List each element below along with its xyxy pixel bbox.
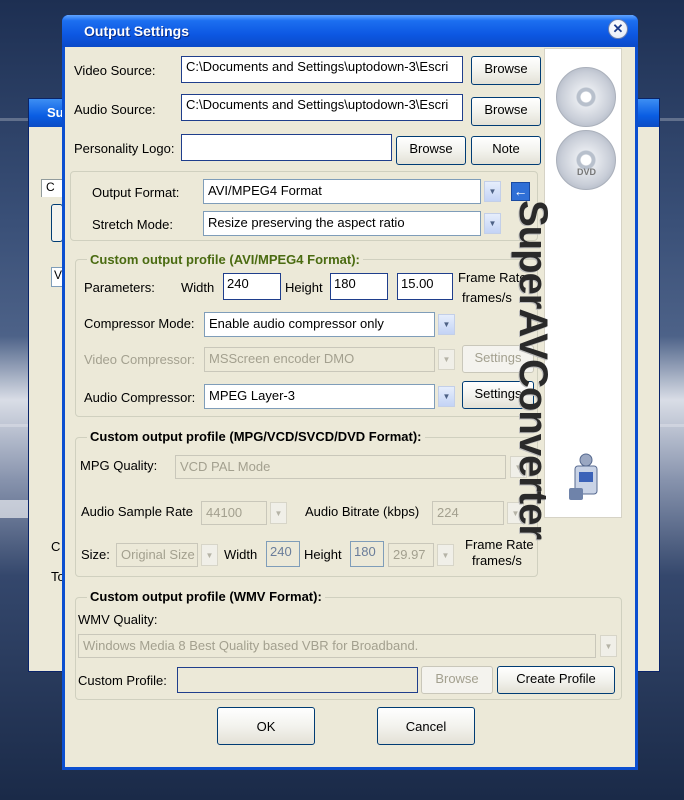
mpg-height-label: Height (304, 547, 342, 562)
custom-profile-field[interactable] (177, 667, 418, 693)
close-icon: ✕ (612, 21, 624, 36)
audio-source-field[interactable]: C:\Documents and Settings\uptodown-3\Esc… (181, 94, 463, 121)
audio-compressor-dropdown-button[interactable]: ▼ (438, 386, 455, 407)
mpg-height-input[interactable]: 180 (350, 541, 384, 567)
wmv-quality-select[interactable]: Windows Media 8 Best Quality based VBR f… (78, 634, 596, 658)
background-row-label: C (51, 539, 61, 554)
mpg-frame-rate-unit: frames/s (472, 553, 522, 568)
chevron-down-icon: ▼ (205, 551, 214, 560)
cd-disc-icon (556, 67, 616, 127)
wmv-quality-label: WMV Quality: (78, 612, 158, 627)
audio-source-label: Audio Source: (74, 102, 156, 117)
parameters-label: Parameters: (84, 280, 155, 295)
chevron-down-icon: ▼ (488, 187, 497, 196)
back-arrow-button[interactable]: ← (511, 182, 530, 201)
mpg-frame-rate-dropdown-button[interactable]: ▼ (437, 544, 454, 566)
background-tab-label: C (46, 180, 55, 194)
audio-compressor-select[interactable]: MPEG Layer-3 (204, 384, 435, 409)
cancel-button[interactable]: Cancel (377, 707, 475, 745)
stretch-mode-select[interactable]: Resize preserving the aspect ratio (203, 211, 481, 236)
personality-logo-field[interactable] (181, 134, 392, 161)
bitrate-label: Audio Bitrate (kbps) (305, 504, 420, 519)
dvd-disc-icon: DVD (556, 130, 616, 190)
video-source-browse-button[interactable]: Browse (471, 56, 541, 85)
stretch-mode-label: Stretch Mode: (92, 217, 173, 232)
output-format-dropdown-button[interactable]: ▼ (484, 181, 501, 202)
chevron-down-icon: ▼ (442, 355, 451, 364)
chevron-down-icon: ▼ (442, 392, 451, 401)
avi-frame-rate-unit: frames/s (462, 290, 512, 305)
avi-height-input[interactable]: 180 (330, 273, 388, 300)
chevron-down-icon: ▼ (604, 642, 613, 651)
mpg-quality-label: MPG Quality: (80, 458, 158, 473)
mpg-frame-rate-select[interactable]: 29.97 (388, 543, 434, 567)
sample-rate-select[interactable]: 44100 (201, 501, 267, 525)
dialog-title: Output Settings (84, 23, 189, 39)
dialog-titlebar: Output Settings (62, 15, 638, 47)
size-dropdown-button[interactable]: ▼ (201, 544, 218, 566)
size-select[interactable]: Original Size (116, 543, 198, 567)
chevron-down-icon: ▼ (274, 509, 283, 518)
note-button[interactable]: Note (471, 136, 541, 165)
size-label: Size: (81, 547, 110, 562)
dvd-disc-label: DVD (577, 167, 597, 177)
chevron-down-icon: ▼ (441, 551, 450, 560)
sample-rate-dropdown-button[interactable]: ▼ (270, 502, 287, 524)
stretch-mode-dropdown-button[interactable]: ▼ (484, 213, 501, 234)
sample-rate-label: Audio Sample Rate (81, 504, 194, 519)
arrow-left-icon: ← (513, 183, 528, 199)
mpg-width-label: Width (224, 547, 258, 562)
video-compressor-dropdown-button[interactable]: ▼ (438, 349, 455, 370)
avi-width-input[interactable]: 240 (223, 273, 281, 300)
chevron-down-icon: ▼ (442, 320, 451, 329)
close-button[interactable]: ✕ (608, 19, 628, 39)
create-profile-button[interactable]: Create Profile (497, 666, 615, 694)
brand-name: SuperAVConverter (511, 200, 555, 539)
wmv-profile-title: Custom output profile (WMV Format): (87, 589, 325, 604)
avi-profile-title: Custom output profile (AVI/MPEG4 Format)… (87, 252, 363, 267)
brand-text: SuperAVConverter (510, 200, 555, 539)
mpg-width-input[interactable]: 240 (266, 541, 300, 567)
compressor-mode-select[interactable]: Enable audio compressor only (204, 312, 435, 337)
output-format-select[interactable]: AVI/MPEG4 Format (203, 179, 481, 204)
avi-width-label: Width (181, 280, 215, 295)
avi-height-label: Height (285, 280, 323, 295)
ok-button[interactable]: OK (217, 707, 315, 745)
audio-compressor-label: Audio Compressor: (84, 390, 196, 405)
chevron-down-icon: ▼ (488, 219, 497, 228)
compressor-mode-label: Compressor Mode: (84, 316, 195, 331)
compressor-mode-dropdown-button[interactable]: ▼ (438, 314, 455, 335)
video-source-label: Video Source: (74, 63, 156, 78)
output-format-label: Output Format: (92, 185, 180, 200)
avi-frame-rate-input[interactable]: 15.00 (397, 273, 453, 300)
custom-profile-label: Custom Profile: (78, 673, 167, 688)
video-source-field[interactable]: C:\Documents and Settings\uptodown-3\Esc… (181, 56, 463, 83)
audio-source-browse-button[interactable]: Browse (471, 97, 541, 126)
mpg-frame-rate-label: Frame Rate (465, 537, 534, 552)
personality-logo-label: Personality Logo: (74, 141, 175, 156)
video-compressor-select[interactable]: MSScreen encoder DMO (204, 347, 435, 372)
bitrate-select[interactable]: 224 (432, 501, 504, 525)
personality-logo-browse-button[interactable]: Browse (396, 136, 466, 165)
wmv-quality-dropdown-button[interactable]: ▼ (600, 635, 617, 657)
background-tab[interactable]: C (41, 179, 63, 197)
camera-icon (565, 452, 607, 504)
video-compressor-label: Video Compressor: (84, 352, 196, 367)
custom-profile-browse-button[interactable]: Browse (421, 666, 493, 694)
mpg-profile-title: Custom output profile (MPG/VCD/SVCD/DVD … (87, 429, 425, 444)
mpg-quality-select[interactable]: VCD PAL Mode (175, 455, 506, 479)
